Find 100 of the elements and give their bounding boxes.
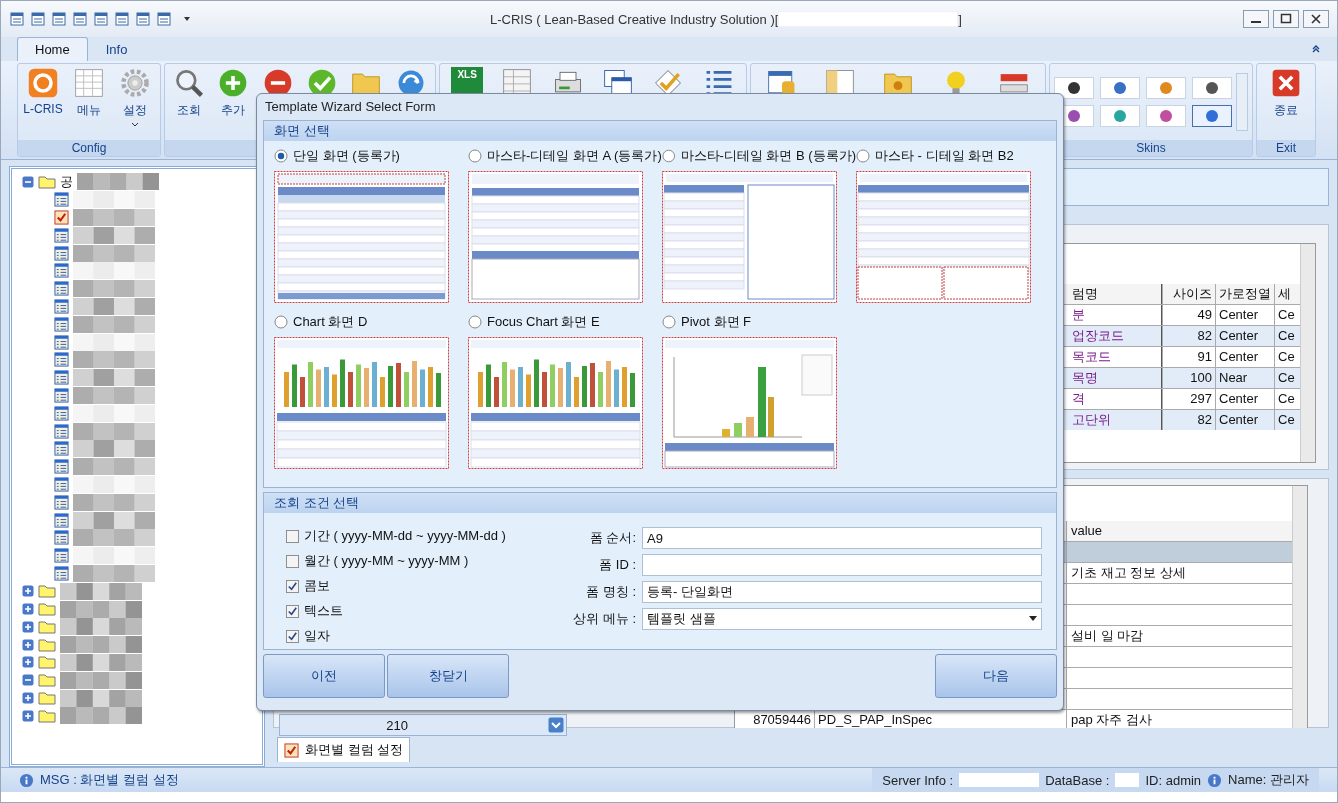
column-header[interactable]: 세 — [1274, 284, 1299, 304]
thumbnail-drawing[interactable] — [468, 337, 643, 469]
form-icon[interactable] — [54, 245, 69, 261]
form-icon[interactable] — [54, 370, 69, 386]
expand-icon[interactable] — [22, 620, 34, 633]
form-icon[interactable] — [54, 494, 69, 510]
form-icon[interactable] — [54, 423, 69, 439]
number-field[interactable]: 210 — [279, 714, 567, 736]
folder-icon — [38, 584, 56, 599]
table-cell: Center — [1215, 326, 1274, 346]
form-icon[interactable] — [54, 316, 69, 332]
checkbox[interactable]: 일자 — [286, 627, 556, 645]
ribbon-button[interactable]: 조회 — [167, 65, 212, 119]
thumbnail-drawing[interactable] — [662, 337, 837, 469]
form-icon[interactable] — [54, 387, 69, 403]
ribbon-button[interactable]: 설정 — [113, 65, 157, 128]
scrollbar[interactable] — [1300, 244, 1315, 462]
expand-icon[interactable] — [22, 603, 34, 615]
expand-icon[interactable] — [22, 656, 34, 669]
collapse-icon[interactable] — [22, 674, 34, 687]
checkbox[interactable]: 콤보 — [286, 577, 556, 595]
minimize-icon[interactable] — [1243, 10, 1269, 28]
form-icon[interactable] — [54, 441, 69, 457]
checkbox[interactable]: 기간 ( yyyy-MM-dd ~ yyyy-MM-dd ) — [286, 527, 556, 545]
table-cell: 82 — [1162, 326, 1215, 346]
input-field[interactable]: 등록- 단일화면 — [642, 581, 1042, 603]
checkbox[interactable]: 텍스트 — [286, 602, 556, 620]
form-icon[interactable] — [54, 512, 69, 528]
form-icon[interactable] — [54, 548, 69, 564]
toolbar-document-icon[interactable] — [114, 11, 130, 27]
form-icon[interactable] — [54, 530, 69, 546]
expand-icon[interactable] — [22, 638, 34, 651]
column-header[interactable]: 럼명 — [1069, 284, 1162, 304]
server-info-label: Server Info : — [882, 772, 954, 788]
field-label: 상위 메뉴 : — [572, 610, 637, 628]
toolbar-document-icon[interactable] — [51, 11, 67, 27]
toolbar-document-icon[interactable] — [9, 11, 25, 27]
collapse-icon[interactable] — [22, 175, 34, 188]
toolbar-document-icon[interactable] — [93, 11, 109, 27]
form-icon[interactable] — [54, 405, 69, 421]
dropdown-icon[interactable] — [183, 15, 191, 23]
toolbar-document-icon[interactable] — [30, 11, 46, 27]
form-icon[interactable] — [54, 281, 69, 297]
column-header[interactable]: 가로정열 — [1215, 284, 1274, 304]
form-icon[interactable] — [54, 263, 69, 279]
thumbnail-drawing[interactable] — [274, 171, 449, 303]
column-header[interactable]: 사이즈 — [1162, 284, 1215, 304]
form-icon[interactable] — [54, 352, 69, 368]
form-icon[interactable] — [54, 298, 69, 314]
checkbox[interactable]: 월간 ( yyyy-MM ~ yyyy-MM ) — [286, 552, 556, 570]
table-cell: Ce — [1274, 410, 1299, 430]
table-cell-text: 설비 일 마감 — [1070, 627, 1145, 645]
radio-option[interactable]: 단일 화면 (등록가) — [274, 147, 468, 165]
field-label: 폼 명칭 : — [585, 583, 637, 601]
radio-option[interactable]: 마스타-디테일 화면 B (등록가) — [662, 147, 856, 165]
form-icon[interactable] — [54, 227, 69, 243]
grid-icon — [73, 67, 105, 99]
input-field[interactable]: A9 — [642, 527, 1042, 549]
expand-icon[interactable] — [22, 585, 34, 598]
tree-item[interactable]: 공 — [60, 172, 73, 191]
ribbon-button[interactable]: 추가 — [211, 65, 256, 119]
form-icon[interactable] — [54, 565, 69, 581]
ribbon-tab[interactable]: Info — [87, 37, 146, 61]
form-icon[interactable] — [54, 334, 69, 350]
radio-option[interactable]: 마스타 - 디테일 화면 B2 — [856, 147, 1050, 165]
form-icon[interactable] — [54, 459, 69, 475]
scrollbar[interactable] — [1292, 486, 1307, 728]
thumbnail-drawing[interactable] — [468, 171, 643, 303]
radio-option[interactable]: 마스타-디테일 화면 A (등록가) — [468, 147, 662, 165]
dropdown-field[interactable]: 템플릿 샘플 — [642, 608, 1042, 630]
form-icon[interactable] — [54, 476, 69, 492]
maximize-icon[interactable] — [1273, 10, 1299, 28]
ribbon-button[interactable]: L-CRIS — [21, 65, 65, 116]
toolbar-document-icon[interactable] — [135, 11, 151, 27]
checkbox-icon[interactable] — [54, 210, 69, 225]
close-button[interactable]: 창닫기 — [387, 654, 509, 698]
expand-icon[interactable] — [22, 692, 34, 704]
scrollbar[interactable] — [1236, 73, 1248, 131]
toolbar-document-icon[interactable] — [156, 11, 172, 27]
next-button[interactable]: 다음 — [935, 654, 1057, 698]
back-button[interactable]: 이전 — [263, 654, 385, 698]
thumbnail-drawing[interactable] — [274, 337, 449, 469]
window-title-end: ] — [958, 11, 962, 27]
document-tab[interactable]: 화면별 컬럼 설정 — [277, 737, 411, 762]
collapse-icon[interactable] — [1311, 44, 1321, 54]
skin-swatch[interactable] — [1192, 105, 1232, 127]
exit-button[interactable]: 종료 — [1264, 65, 1308, 119]
table-cell: Ce — [1274, 326, 1299, 346]
toolbar-document-icon[interactable] — [72, 11, 88, 27]
ribbon-tab[interactable]: Home — [17, 37, 88, 61]
thumbnail-drawing[interactable] — [856, 171, 1031, 303]
ribbon-button[interactable]: 메뉴 — [67, 65, 111, 119]
radio-option[interactable]: Pivot 화면 F — [662, 313, 856, 331]
expand-icon[interactable] — [22, 709, 34, 722]
form-icon[interactable] — [54, 192, 69, 208]
radio-option[interactable]: Chart 화면 D — [274, 313, 468, 331]
close-icon[interactable] — [1303, 10, 1329, 28]
radio-option[interactable]: Focus Chart 화면 E — [468, 313, 662, 331]
input-field[interactable] — [642, 554, 1042, 576]
thumbnail-drawing[interactable] — [662, 171, 837, 303]
